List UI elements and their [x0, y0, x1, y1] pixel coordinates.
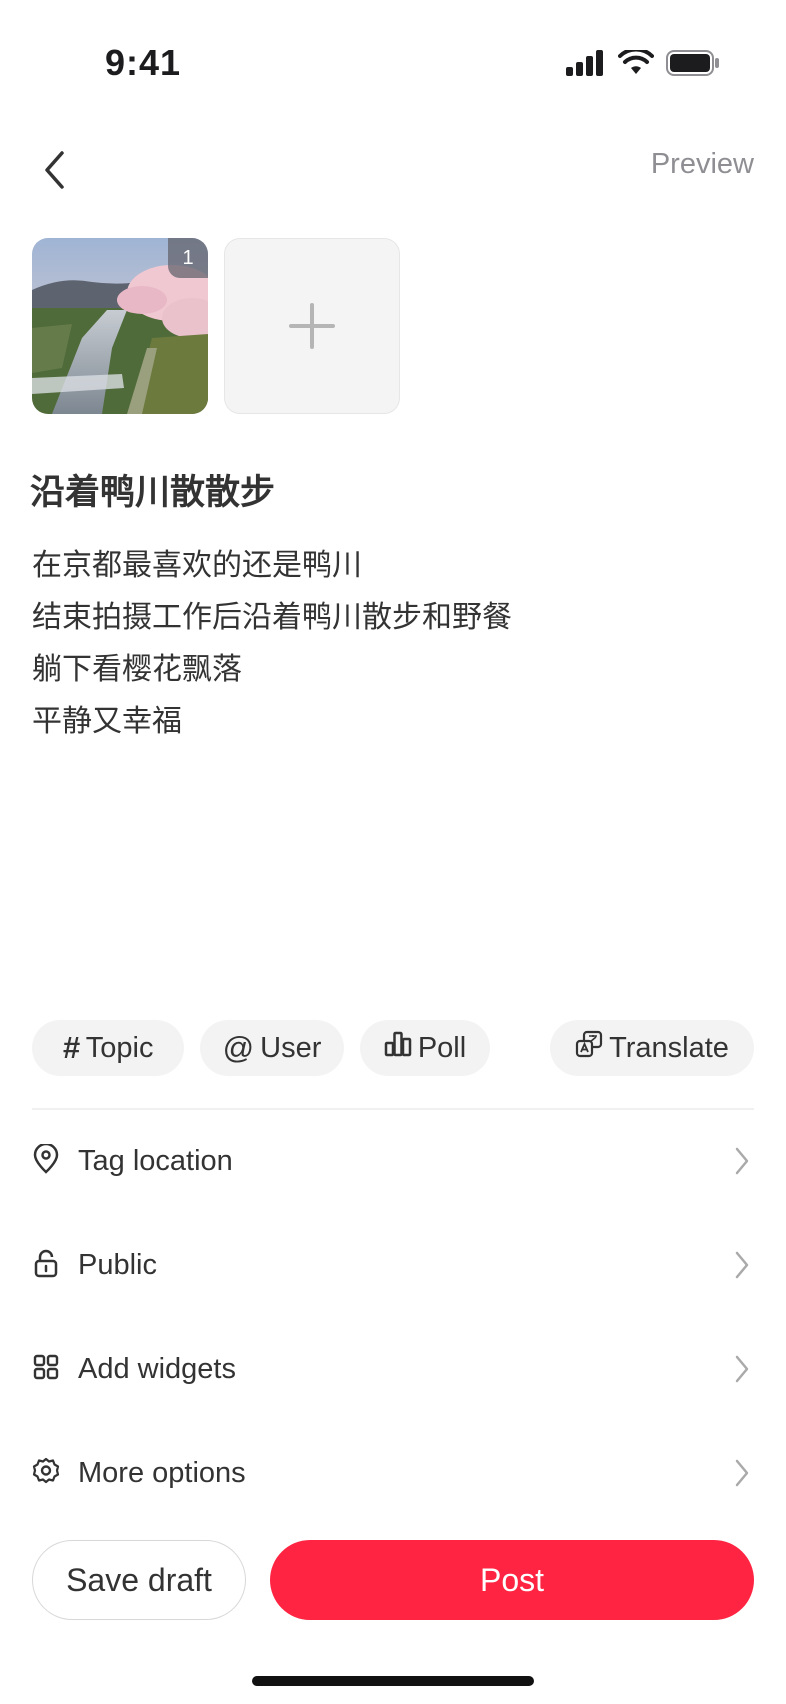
lock-icon	[32, 1248, 60, 1283]
topic-chip[interactable]: # Topic	[32, 1020, 184, 1076]
tag-location-label: Tag location	[78, 1144, 233, 1177]
chevron-right-icon	[734, 1146, 750, 1181]
chevron-right-icon	[734, 1354, 750, 1389]
body-line: 结束拍摄工作后沿着鸭川散步和野餐	[32, 600, 512, 635]
status-bar: 9:41	[0, 0, 786, 130]
at-icon: @	[222, 1030, 255, 1065]
compose-toolbar: # Topic @ User Poll Translate	[32, 1020, 754, 1076]
gear-icon	[32, 1457, 60, 1490]
tag-location-row[interactable]: Tag location	[32, 1126, 754, 1196]
status-icons	[566, 47, 720, 81]
visibility-row[interactable]: Public	[32, 1230, 754, 1300]
battery-icon	[666, 50, 720, 81]
more-options-row[interactable]: More options	[32, 1438, 754, 1508]
body-line: 平静又幸福	[32, 704, 182, 739]
photo-count-badge: 1	[168, 238, 208, 278]
photo-thumbnail[interactable]: 1	[32, 238, 208, 414]
photo-strip: 1	[32, 238, 400, 414]
body-line: 在京都最喜欢的还是鸭川	[32, 548, 362, 583]
location-pin-icon	[32, 1142, 60, 1179]
translate-chip-label: Translate	[609, 1031, 729, 1064]
hash-icon: #	[62, 1030, 80, 1065]
chevron-left-icon	[45, 151, 64, 189]
wifi-icon	[618, 47, 654, 81]
visibility-label: Public	[78, 1248, 157, 1281]
status-time: 9:41	[105, 42, 182, 83]
post-button[interactable]: Post	[270, 1540, 754, 1620]
widgets-icon	[32, 1353, 60, 1386]
home-indicator	[252, 1676, 534, 1686]
user-chip[interactable]: @ User	[200, 1020, 344, 1076]
post-body-input[interactable]: 在京都最喜欢的还是鸭川 结束拍摄工作后沿着鸭川散步和野餐 躺下看樱花飘落 平静又…	[32, 540, 512, 748]
user-chip-label: User	[260, 1031, 322, 1064]
translate-icon	[575, 1030, 603, 1066]
post-title-input[interactable]: 沿着鸭川散散步	[30, 464, 275, 515]
add-widgets-label: Add widgets	[78, 1352, 236, 1385]
translate-chip[interactable]: Translate	[550, 1020, 754, 1076]
body-line: 躺下看樱花飘落	[32, 652, 242, 687]
chevron-right-icon	[734, 1458, 750, 1493]
preview-button[interactable]: Preview	[651, 148, 754, 181]
poll-chip-label: Poll	[417, 1031, 467, 1064]
nav-bar: Preview	[0, 130, 786, 220]
chevron-right-icon	[734, 1250, 750, 1285]
poll-chip[interactable]: Poll	[360, 1020, 490, 1076]
topic-chip-label: Topic	[85, 1031, 154, 1064]
save-draft-button[interactable]: Save draft	[32, 1540, 246, 1620]
divider	[32, 1108, 754, 1110]
add-photo-button[interactable]	[224, 238, 400, 414]
more-options-label: More options	[78, 1456, 246, 1489]
poll-icon	[384, 1031, 412, 1065]
cellular-signal-icon	[566, 50, 606, 81]
back-button[interactable]	[30, 142, 80, 198]
plus-icon	[289, 303, 335, 349]
add-widgets-row[interactable]: Add widgets	[32, 1334, 754, 1404]
